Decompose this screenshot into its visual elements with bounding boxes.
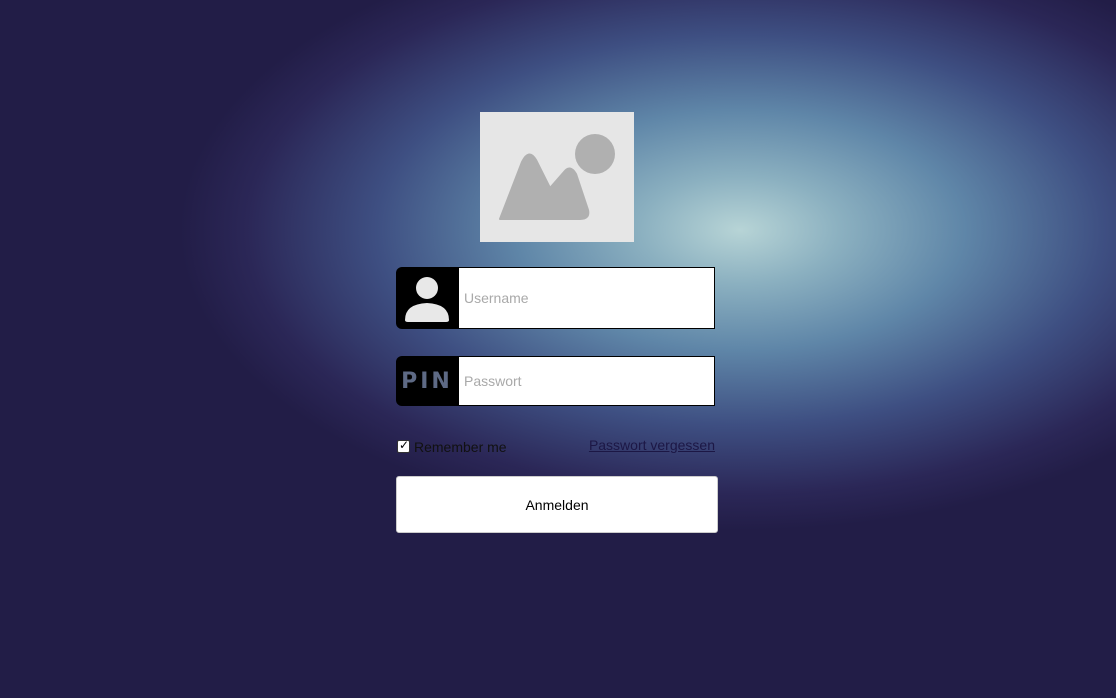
remember-me-checkbox[interactable]: ✓ <box>397 437 410 453</box>
logo-image-placeholder <box>480 112 634 242</box>
pin-icon: PIN <box>396 356 458 406</box>
login-button[interactable]: Anmelden <box>396 476 718 533</box>
password-input[interactable] <box>458 356 715 406</box>
remember-me[interactable]: ✓ Remember me <box>396 437 507 455</box>
login-options: ✓ Remember me Passwort vergessen <box>396 436 715 458</box>
pin-icon-label: PIN <box>401 368 453 394</box>
user-icon <box>396 267 458 329</box>
forgot-password-link[interactable]: Passwort vergessen <box>589 437 715 453</box>
remember-me-label: Remember me <box>414 439 507 455</box>
image-placeholder-icon <box>499 134 615 220</box>
password-row: PIN <box>396 356 715 406</box>
username-row <box>396 267 715 329</box>
username-input[interactable] <box>458 267 715 329</box>
checkmark-icon: ✓ <box>399 437 410 452</box>
